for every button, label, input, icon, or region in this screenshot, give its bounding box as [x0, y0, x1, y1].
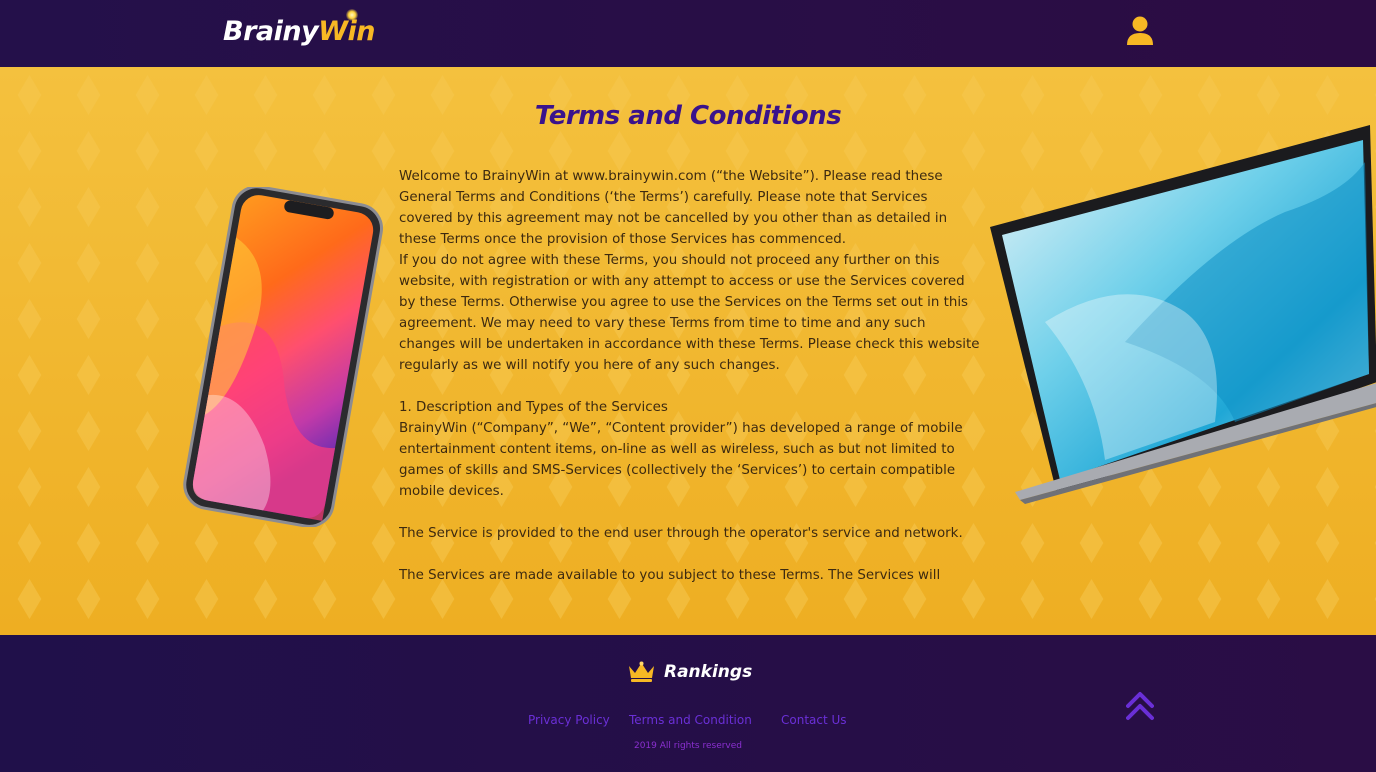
footer: Rankings Privacy Policy Terms and Condit…	[0, 635, 1376, 772]
terms-section-heading: 1. Description and Types of the Services	[399, 400, 668, 415]
terms-text: Welcome to BrainyWin at www.brainywin.co…	[399, 166, 981, 608]
scroll-to-top-icon[interactable]	[1126, 690, 1154, 722]
contact-us-link[interactable]: Contact Us	[781, 713, 847, 727]
user-icon[interactable]	[1126, 16, 1154, 46]
laptop-image	[990, 125, 1376, 504]
rankings-link[interactable]: Rankings	[627, 659, 752, 685]
copyright-text: 2019 All rights reserved	[633, 741, 743, 751]
logo-brainy-text: Brainy	[223, 16, 319, 47]
logo-win-text: Win	[318, 16, 375, 47]
terms-section: Terms and Conditions Welcome to BrainyWi…	[0, 67, 1376, 635]
crown-icon	[629, 661, 654, 682]
rankings-label: Rankings	[664, 662, 753, 682]
terms-paragraph-description: BrainyWin (“Company”, “We”, “Content pro…	[399, 421, 963, 499]
top-header: BrainyWin	[0, 0, 1376, 67]
terms-paragraph-service-network: The Service is provided to the end user …	[399, 526, 963, 541]
terms-paragraph-agreement: If you do not agree with these Terms, yo…	[399, 253, 980, 373]
terms-paragraph-services-available: The Services are made available to you s…	[399, 568, 941, 583]
terms-paragraph-intro: Welcome to BrainyWin at www.brainywin.co…	[399, 169, 948, 247]
privacy-policy-link[interactable]: Privacy Policy	[528, 713, 610, 727]
brainywin-logo[interactable]: BrainyWin	[223, 9, 375, 52]
terms-condition-link[interactable]: Terms and Condition	[629, 713, 752, 727]
smartphone-image	[183, 187, 383, 527]
logo-spark-icon	[346, 9, 358, 21]
